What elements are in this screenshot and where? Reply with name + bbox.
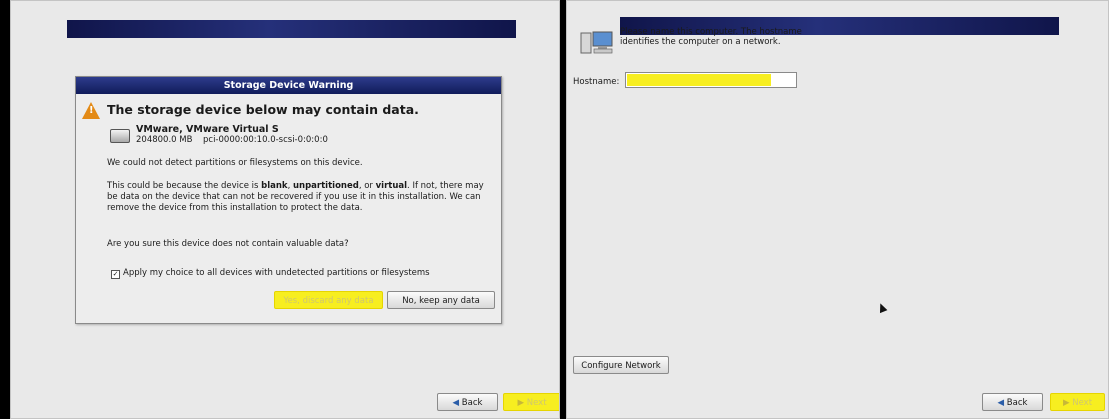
back-button[interactable]: ◀ Back <box>982 393 1043 411</box>
next-arrow-icon: ▶ <box>1062 398 1073 408</box>
explanation-text: This could be because the device is blan… <box>107 181 487 214</box>
configure-network-button[interactable]: Configure Network <box>573 356 669 374</box>
next-arrow-icon: ▶ <box>517 398 527 408</box>
hostname-label: Hostname: <box>573 77 620 87</box>
back-arrow-icon: ◀ <box>997 398 1007 408</box>
hard-drive-icon <box>110 129 130 143</box>
hostname-value-highlight <box>627 74 771 86</box>
network-computer-icon <box>580 31 613 54</box>
device-size: 204800.0 MB <box>136 135 193 145</box>
confirm-question: Are you sure this device does not contai… <box>107 239 349 249</box>
dialog-heading: The storage device below may contain dat… <box>107 102 419 117</box>
next-button-label: Next <box>1072 398 1093 408</box>
back-arrow-icon: ◀ <box>452 398 462 408</box>
back-button-label: Back <box>1006 398 1028 408</box>
apply-all-checkbox[interactable]: ✓ <box>111 270 120 279</box>
next-button[interactable]: ▶ Next <box>503 393 559 411</box>
warning-icon: ! <box>82 102 100 119</box>
explanation-part-1: This could be because the device is <box>107 181 262 191</box>
back-button[interactable]: ◀ Back <box>437 393 498 411</box>
discard-data-button[interactable]: Yes, discard any data <box>274 291 383 309</box>
back-button-label: Back <box>461 398 483 408</box>
hostname-screen: Please name this computer. The hostname … <box>566 0 1109 419</box>
device-path: pci-0000:00:10.0-scsi-0:0:0:0 <box>203 135 328 145</box>
blank-emphasis: blank <box>261 181 288 191</box>
storage-device-warning-dialog: Storage Device Warning ! The storage dev… <box>75 76 502 324</box>
device-name: VMware, VMware Virtual S <box>136 124 279 135</box>
next-button-label: Next <box>526 398 547 408</box>
dialog-title: Storage Device Warning <box>76 77 501 94</box>
mouse-cursor-icon <box>876 301 888 314</box>
explanation-part-2: , or <box>358 181 376 191</box>
hostname-prompt: Please name this computer. The hostname … <box>620 27 802 47</box>
header-banner <box>67 20 516 38</box>
keep-data-button[interactable]: No, keep any data <box>387 291 495 309</box>
storage-warning-screen: Storage Device Warning ! The storage dev… <box>10 0 560 419</box>
hostname-input[interactable] <box>625 72 797 88</box>
virtual-emphasis: virtual <box>375 181 408 191</box>
no-partitions-text: We could not detect partitions or filesy… <box>107 158 363 168</box>
apply-all-option[interactable]: ✓ Apply my choice to all devices with und… <box>111 268 430 279</box>
apply-all-label: Apply my choice to all devices with unde… <box>123 268 430 278</box>
unpartitioned-emphasis: unpartitioned <box>293 181 359 191</box>
next-button[interactable]: ▶ Next <box>1050 393 1105 411</box>
